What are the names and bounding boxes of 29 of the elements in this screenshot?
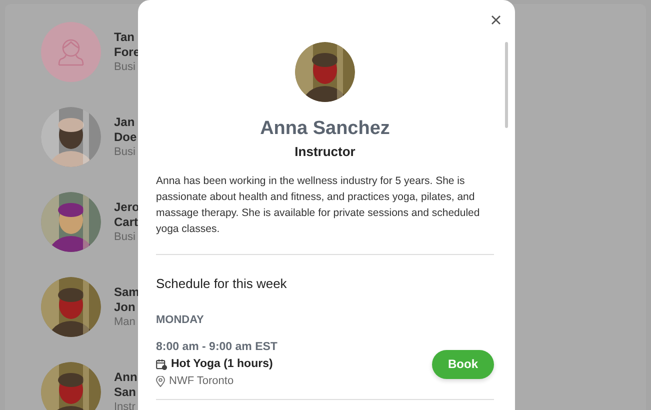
location-pin-icon (156, 376, 165, 386)
person-icon (58, 38, 84, 66)
person-role: Busi (114, 144, 136, 160)
class-name: Hot Yoga (1 hours) (171, 358, 273, 370)
person-name: Doe (114, 130, 137, 144)
person-role: Busi (114, 60, 136, 74)
instructor-name: Anna Sanchez (259, 118, 391, 140)
session-time: 8:00 am - 9:00 am EST (156, 341, 278, 353)
close-button[interactable] (489, 13, 503, 27)
person-name: Jan (114, 114, 136, 130)
person-name: Jero (114, 200, 140, 214)
person-name: San (114, 384, 138, 400)
person-role: Busi (114, 230, 136, 244)
instructor-bio: Anna has been working in the wellness industry for 5 years. She is passionate about health and fitness, and practices yoga, pilates, and massage therapy. She is available for private sessions and scheduled yoga classes. (156, 174, 480, 237)
person-name: Sam (114, 284, 140, 300)
book-button[interactable]: Book (432, 350, 494, 378)
calendar-icon (156, 358, 167, 370)
close-icon (491, 15, 501, 25)
session-location: NWF Toronto (169, 375, 234, 387)
schedule-heading: Schedule for this week (156, 276, 288, 291)
person-role: Man (114, 314, 136, 330)
instructor-title: Instructor (294, 144, 356, 159)
scrollbar[interactable] (505, 42, 508, 128)
person-name: Cart (114, 214, 140, 230)
person-name: Jon (114, 300, 136, 314)
person-name: Ann (114, 370, 138, 384)
day-heading: MONDAY (156, 314, 205, 326)
person-name: Tan (114, 30, 136, 44)
person-role: Instr (114, 400, 136, 410)
